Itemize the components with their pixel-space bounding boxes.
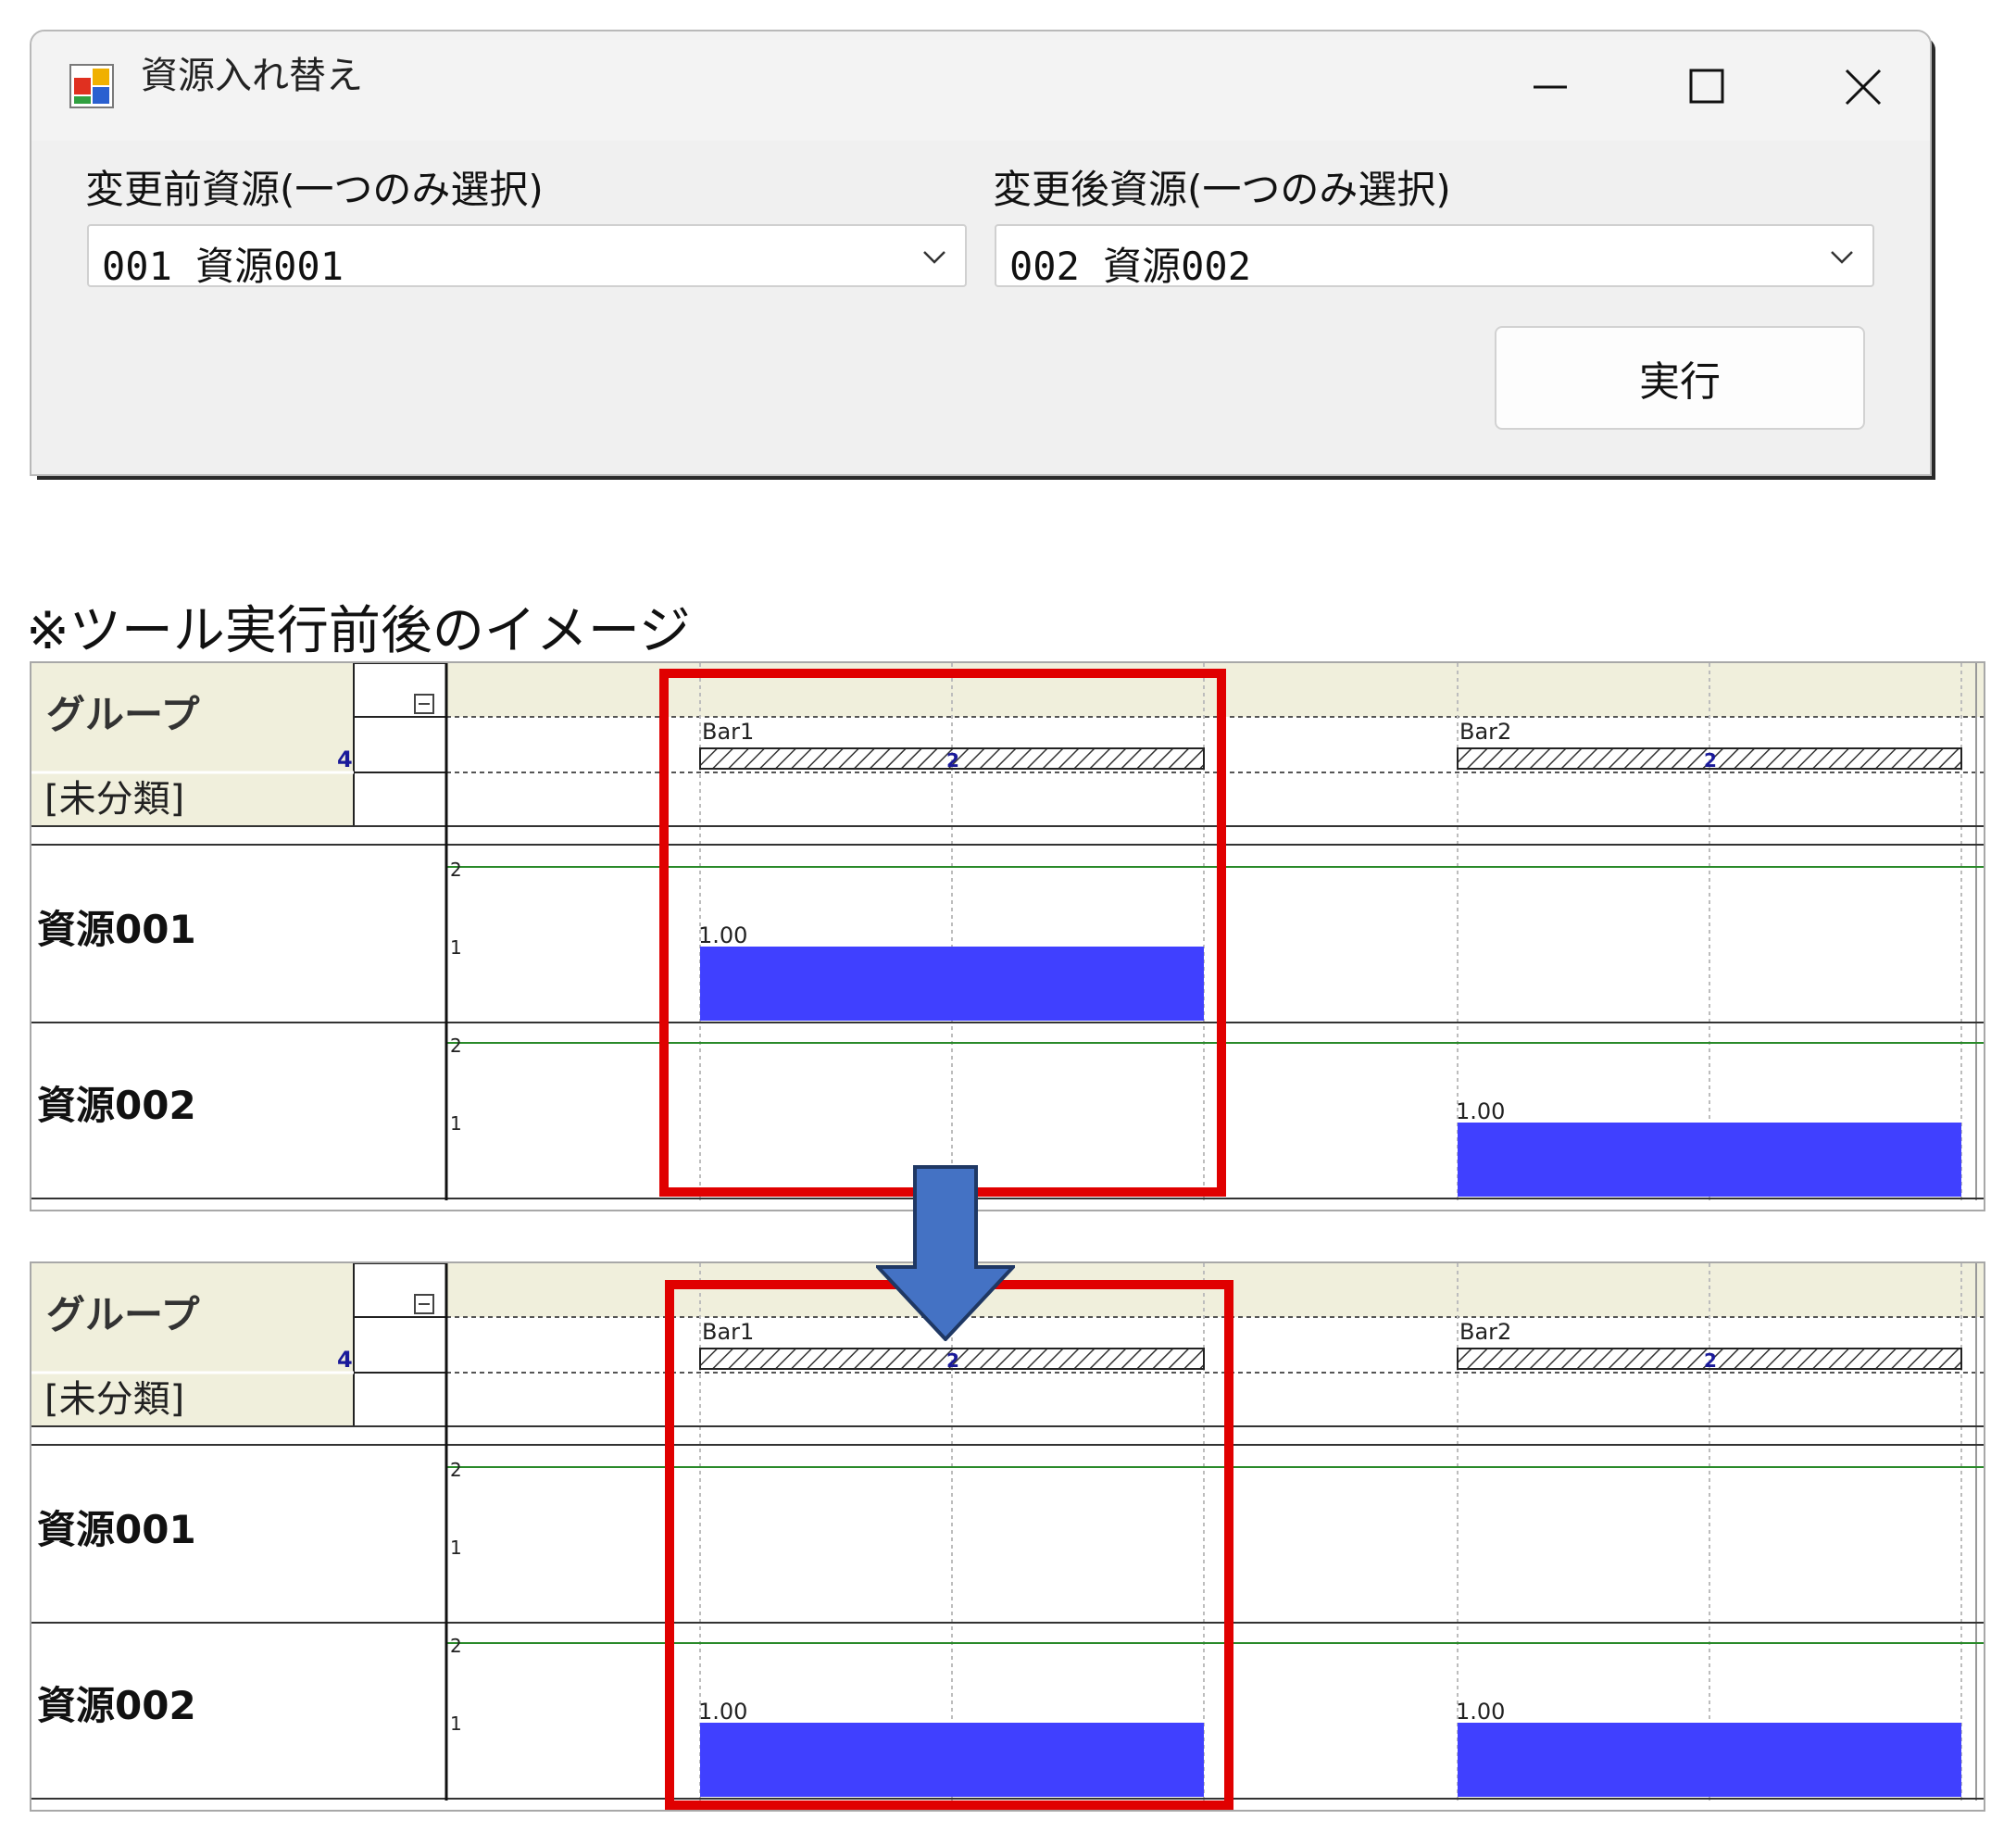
axis-tick-label: 2 (450, 1635, 462, 1657)
title-bar: 資源入れ替え (31, 31, 1930, 141)
after-resource-value: 002 資源002 (1009, 244, 1252, 289)
app-icon (69, 64, 114, 108)
resource-row-label: 資源001 (37, 907, 196, 952)
axis-tick-label: 1 (450, 1112, 462, 1135)
group-count-cell (353, 1263, 447, 1427)
header-bar-count: 2 (1704, 1349, 1717, 1372)
resource-row-label: 資源001 (37, 1507, 196, 1552)
chevron-down-icon[interactable] (1828, 245, 1856, 269)
group-count: 4 (337, 1347, 353, 1373)
unclassified-label: [未分類] (44, 778, 184, 821)
after-resource-label: 変更後資源(一つのみ選択) (993, 167, 1451, 212)
execute-button[interactable]: 実行 (1495, 326, 1865, 430)
highlight-box-after (665, 1280, 1233, 1810)
before-resource-value: 001 資源001 (102, 244, 344, 289)
close-icon[interactable] (1826, 50, 1900, 124)
axis-tick-label: 2 (450, 859, 462, 881)
axis-tick-label: 1 (450, 936, 462, 959)
window-title: 資源入れ替え (141, 55, 363, 97)
highlight-box-before (659, 669, 1226, 1197)
chevron-down-icon[interactable] (920, 245, 948, 269)
load-bar-label: 1.00 (1456, 1098, 1505, 1124)
caption-text: ※ツール実行前後のイメージ (26, 601, 691, 661)
axis-tick-label: 1 (450, 1713, 462, 1735)
resource-row-label: 資源002 (37, 1683, 196, 1728)
group-label: グループ (46, 692, 199, 737)
load-bar-label: 1.00 (1456, 1699, 1505, 1725)
maximize-icon[interactable] (1671, 50, 1745, 124)
group-count-cell (353, 663, 447, 827)
header-bar-label: Bar2 (1459, 719, 1511, 745)
axis-tick-label: 2 (450, 1459, 462, 1481)
load-bar (1458, 1123, 1961, 1197)
resource-row-label: 資源002 (37, 1083, 196, 1128)
axis-tick-label: 1 (450, 1537, 462, 1559)
before-resource-select[interactable]: 001 資源001 (87, 224, 967, 289)
before-resource-label: 変更前資源(一つのみ選択) (85, 167, 544, 212)
header-bar-label: Bar2 (1459, 1319, 1511, 1345)
axis-tick-label: 2 (450, 1035, 462, 1057)
load-bar (1458, 1723, 1961, 1797)
minimize-icon[interactable] (1513, 50, 1587, 124)
group-label: グループ (46, 1292, 199, 1337)
group-count: 4 (337, 747, 353, 772)
unclassified-label: [未分類] (44, 1378, 184, 1421)
header-bar-count: 2 (1704, 749, 1717, 772)
resource-swap-dialog: 資源入れ替え 変更前資源(一つのみ選択) 変更後資源(一つのみ選択) 001 資… (30, 30, 1932, 476)
arrow-down-icon (876, 1165, 1015, 1341)
after-resource-select[interactable]: 002 資源002 (995, 224, 1874, 289)
